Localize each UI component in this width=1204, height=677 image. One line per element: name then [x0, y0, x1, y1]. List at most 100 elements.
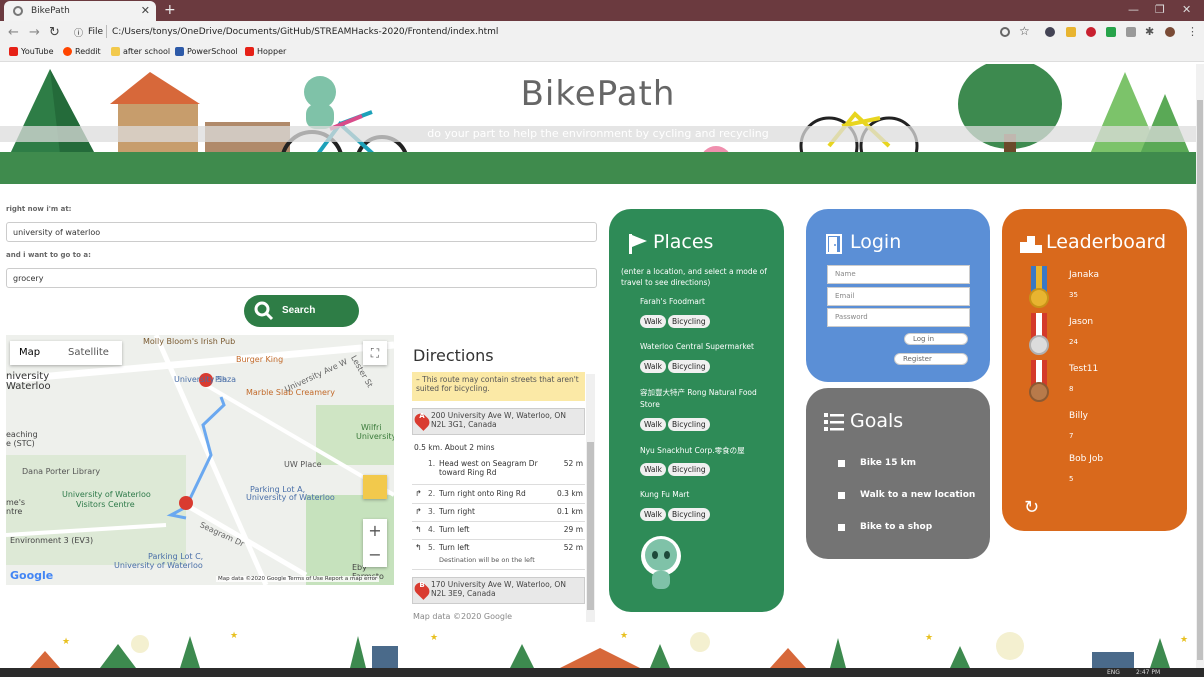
bicycling-button[interactable]: Bicycling	[668, 418, 710, 431]
search-button[interactable]: Search	[244, 295, 359, 327]
map-label: Wilfri	[361, 423, 382, 432]
url-input[interactable]: ⓘ File C:/Users/tonys/OneDrive/Documents…	[68, 24, 1038, 41]
bookmark-reddit[interactable]: Reddit	[63, 47, 101, 56]
step-distance: 52 m	[563, 543, 583, 552]
reload-icon[interactable]: ↻	[49, 25, 60, 40]
login-title: Login	[850, 231, 902, 253]
register-button[interactable]: Register	[894, 353, 968, 365]
avatar[interactable]	[1165, 27, 1175, 37]
step-number: 2.	[428, 489, 436, 498]
extension-icon[interactable]	[1066, 27, 1076, 37]
youtube-icon	[9, 47, 18, 56]
podium-icon	[1020, 236, 1042, 253]
globe-icon	[13, 6, 23, 16]
bookmark-label: Reddit	[75, 47, 101, 56]
step-text: Turn left	[439, 543, 470, 552]
leader-name: Janaka	[1069, 270, 1099, 280]
leaderboard-title: Leaderboard	[1046, 231, 1167, 253]
map-label: Burger King	[236, 355, 284, 364]
bookmark-powerschool[interactable]: PowerSchool	[175, 47, 238, 56]
start-address[interactable]: A 200 University Ave W, Waterloo, ON N2L…	[412, 408, 585, 435]
route-summary: 0.5 km. About 2 mins	[414, 443, 495, 452]
close-tab-icon[interactable]: ✕	[141, 4, 150, 17]
bookmark-label: PowerSchool	[187, 47, 238, 56]
forward-icon[interactable]: →	[29, 25, 40, 40]
bookmark-after-school[interactable]: after school	[111, 47, 170, 56]
bicycling-button[interactable]: Bicycling	[668, 315, 710, 328]
login-button[interactable]: Log in	[904, 333, 968, 345]
menu-icon[interactable]: ⋮	[1187, 25, 1198, 38]
directions-map-data: Map data ©2020 Google	[413, 612, 513, 621]
from-input[interactable]: university of waterloo	[6, 222, 597, 242]
satellite-tab[interactable]: Satellite	[68, 347, 109, 358]
directions-scrollbar[interactable]	[586, 374, 595, 622]
ublock-icon[interactable]	[1086, 27, 1096, 37]
password-input[interactable]: Password	[827, 308, 970, 327]
page-scrollbar[interactable]	[1196, 64, 1204, 668]
bookmark-hopper[interactable]: Hopper	[245, 47, 286, 56]
bicycling-button[interactable]: Bicycling	[668, 360, 710, 373]
step-text: Turn right onto Ring Rd	[439, 489, 526, 498]
fullscreen-icon[interactable]: ⛶	[363, 341, 387, 365]
places-title: Places	[653, 231, 714, 253]
name-input[interactable]: Name	[827, 265, 970, 284]
zoom-in-button[interactable]: +	[363, 519, 387, 543]
step-note: Destination will be on the left	[439, 556, 535, 564]
map-tab[interactable]: Map	[19, 347, 40, 358]
new-tab-button[interactable]: +	[164, 2, 176, 18]
zoom-out-button[interactable]: −	[363, 543, 387, 567]
route-map[interactable]: Molly Bloom's Irish Pub Burger King Univ…	[6, 335, 394, 585]
youtube-icon	[245, 47, 254, 56]
bicycling-button[interactable]: Bicycling	[668, 508, 710, 521]
direction-step[interactable]: ↰ 5. Turn left 52 m Destination will be …	[412, 540, 585, 570]
pegman-icon[interactable]	[363, 475, 387, 499]
to-label: and i want to go to a:	[6, 251, 91, 259]
refresh-icon[interactable]: ↻	[1024, 497, 1039, 518]
info-icon[interactable]: ⓘ	[74, 26, 83, 39]
direction-step[interactable]: ↰ 4. Turn left 29 m	[412, 522, 585, 540]
bookmark-youtube[interactable]: YouTube	[9, 47, 54, 56]
goals-card: Goals Bike 15 km Walk to a new location …	[806, 388, 990, 559]
location-icon[interactable]	[1000, 27, 1010, 37]
email-input[interactable]: Email	[827, 287, 970, 306]
direction-step[interactable]: ↱ 2. Turn right onto Ring Rd 0.3 km	[412, 486, 585, 504]
to-input[interactable]: grocery	[6, 268, 597, 288]
direction-step[interactable]: 1. Head west on Seagram Dr toward Ring R…	[412, 456, 585, 485]
extension-icon[interactable]	[1126, 27, 1136, 37]
page-title: BikePath	[520, 74, 676, 114]
page-scroll-thumb[interactable]	[1197, 100, 1203, 660]
map-label: ntre	[6, 507, 23, 516]
extension-icon[interactable]	[1045, 27, 1055, 37]
address-bar: ← → ↻ ⓘ File C:/Users/tonys/OneDrive/Doc…	[0, 21, 1204, 44]
leaderboard-card: Leaderboard Janaka 35 Jason 24 Test11 8 …	[1002, 209, 1187, 531]
step-text: Turn right	[439, 507, 475, 516]
divider	[106, 25, 107, 38]
close-window-icon[interactable]: ✕	[1182, 3, 1191, 16]
bicycling-button[interactable]: Bicycling	[668, 463, 710, 476]
browser-tab[interactable]: BikePath ✕	[4, 1, 156, 21]
map-label: Molly Bloom's Irish Pub	[143, 337, 236, 346]
minimize-icon[interactable]: —	[1128, 3, 1139, 16]
walk-button[interactable]: Walk	[640, 508, 666, 521]
end-address[interactable]: B 170 University Ave W, Waterloo, ON N2L…	[412, 577, 585, 604]
start-address-text: 200 University Ave W, Waterloo, ON N2L 3…	[431, 411, 566, 429]
goal-bullet	[838, 524, 845, 531]
walk-button[interactable]: Walk	[640, 360, 666, 373]
puzzle-icon[interactable]: ✱	[1145, 25, 1154, 38]
place-name: 容加豐大特产 Rong Natural Food Store	[640, 388, 757, 409]
step-distance: 0.3 km	[557, 489, 583, 498]
step-distance: 29 m	[563, 525, 583, 534]
restore-icon[interactable]: ❐	[1155, 3, 1165, 16]
direction-step[interactable]: ↱ 3. Turn right 0.1 km	[412, 504, 585, 522]
list-icon	[824, 413, 844, 431]
walk-button[interactable]: Walk	[640, 418, 666, 431]
places-card: Places (enter a location, and select a m…	[609, 209, 784, 612]
back-icon[interactable]: ←	[8, 25, 19, 40]
extension-icon[interactable]	[1106, 27, 1116, 37]
star-icon[interactable]: ☆	[1019, 24, 1030, 38]
step-text: Turn left	[439, 525, 470, 534]
scroll-thumb[interactable]	[587, 442, 594, 610]
pin-label: A	[419, 412, 425, 420]
walk-button[interactable]: Walk	[640, 315, 666, 328]
walk-button[interactable]: Walk	[640, 463, 666, 476]
